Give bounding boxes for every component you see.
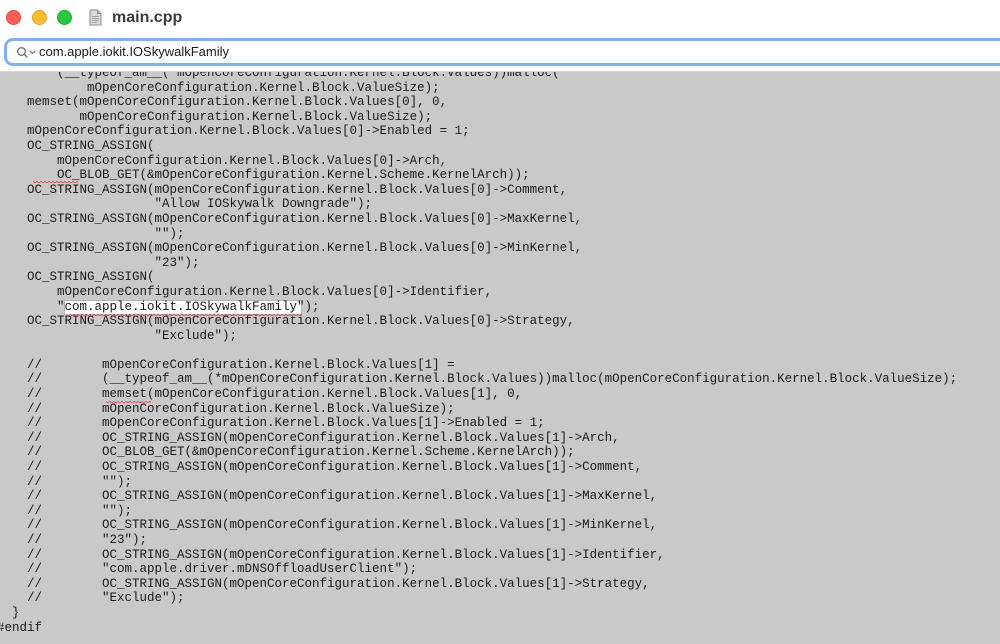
find-input[interactable] [39,41,939,63]
code-line: "23"); [0,255,200,270]
code-line: #endif [0,620,43,635]
code-line: // mOpenCoreConfiguration.Kernel.Block.V… [0,416,545,431]
code-line: // mOpenCoreConfiguration.Kernel.Block.V… [0,357,455,372]
code-line: // ""); [0,474,133,489]
code-line: "Allow IOSkywalk Downgrade"); [0,197,373,212]
code-text[interactable]: (__typeof_am__(*mOpenCoreConfiguration.K… [0,72,957,635]
close-window-button[interactable] [6,10,21,25]
code-line: // memset(mOpenCoreConfiguration.Kernel.… [0,387,523,402]
code-line: // OC_STRING_ASSIGN(mOpenCoreConfigurati… [0,460,643,475]
code-line: (__typeof_am__(*mOpenCoreConfiguration.K… [0,72,560,80]
code-line: mOpenCoreConfiguration.Kernel.Block.Valu… [0,153,448,168]
code-editor[interactable]: (__typeof_am__(*mOpenCoreConfiguration.K… [0,72,1000,644]
spelling-error-underline [70,314,302,317]
code-line: // "com.apple.driver.mDNSOffloadUserClie… [0,562,418,577]
code-line: // ""); [0,503,133,518]
code-line: // OC_STRING_ASSIGN(mOpenCoreConfigurati… [0,430,620,445]
title-bar: main.cpp [0,0,1000,36]
code-line: // OC_STRING_ASSIGN(mOpenCoreConfigurati… [0,518,658,533]
code-line: OC_STRING_ASSIGN(mOpenCoreConfiguration.… [0,241,583,256]
find-field[interactable] [4,38,1000,66]
code-line: ​ [0,343,957,358]
code-line: // OC_STRING_ASSIGN(mOpenCoreConfigurati… [0,489,658,504]
spelling-error-underline [33,181,78,184]
code-line: "Exclude"); [0,328,238,343]
code-line: } [12,605,20,620]
code-line: OC_STRING_ASSIGN( [0,270,155,285]
editor-window: main.cpp (__typeof_am__(*mOpenCoreConfig… [0,0,1000,644]
code-line: // "Exclude"); [0,591,185,606]
code-line: OC_STRING_ASSIGN( [0,138,155,153]
code-line: // "23"); [0,533,148,547]
code-line: ""); [0,226,185,241]
minimize-window-button[interactable] [32,10,47,25]
spelling-error-underline [106,401,151,404]
code-line: mOpenCoreConfiguration.Kernel.Block.Valu… [0,109,433,124]
code-line: OC_BLOB_GET(&mOpenCoreConfiguration.Kern… [0,168,530,183]
code-line: // OC_STRING_ASSIGN(mOpenCoreConfigurati… [0,547,665,562]
magnifier-dropdown-icon[interactable] [16,46,38,60]
document-icon [89,9,102,26]
find-bar [0,36,1000,72]
code-line: mOpenCoreConfiguration.Kernel.Block.Valu… [0,284,493,299]
window-title: main.cpp [112,9,183,26]
code-line: // OC_STRING_ASSIGN(mOpenCoreConfigurati… [0,576,650,591]
zoom-window-button[interactable] [57,10,72,25]
code-line: // OC_BLOB_GET(&mOpenCoreConfiguration.K… [0,445,575,460]
code-line: mOpenCoreConfiguration.Kernel.Block.Valu… [0,124,470,139]
code-line: OC_STRING_ASSIGN(mOpenCoreConfiguration.… [0,211,583,226]
code-line: // (__typeof_am__(*mOpenCoreConfiguratio… [0,372,958,387]
code-line: memset(mOpenCoreConfiguration.Kernel.Blo… [0,95,448,110]
code-line: "com.apple.iokit.IOSkywalkFamily"); [0,299,320,314]
code-line: mOpenCoreConfiguration.Kernel.Block.Valu… [0,80,440,95]
code-line: OC_STRING_ASSIGN(mOpenCoreConfiguration.… [0,182,568,197]
